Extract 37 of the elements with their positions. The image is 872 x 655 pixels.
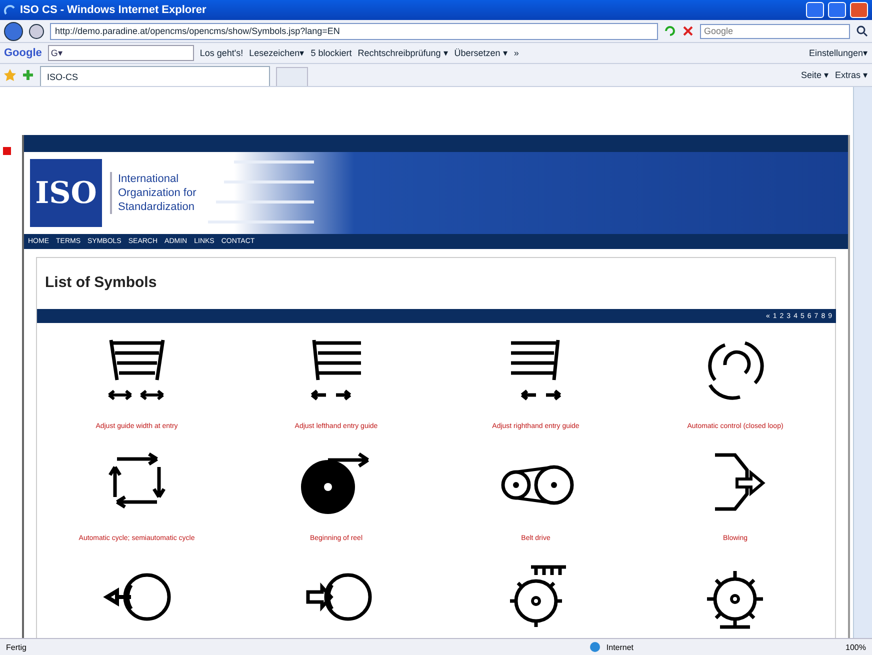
plus-icon[interactable] bbox=[22, 69, 34, 81]
zoom-level[interactable]: 100% bbox=[846, 642, 866, 652]
globe-icon bbox=[590, 642, 600, 652]
maximize-button[interactable] bbox=[828, 2, 846, 18]
ie-icon bbox=[4, 4, 16, 16]
back-button[interactable] bbox=[4, 22, 23, 40]
search-icon[interactable] bbox=[856, 25, 868, 37]
toolbar-button[interactable]: Los geht's! bbox=[200, 48, 244, 58]
forward-button[interactable] bbox=[29, 24, 44, 38]
marker bbox=[3, 147, 11, 155]
toolbar-button[interactable]: Übersetzen ▾ bbox=[454, 48, 508, 58]
organization-name: Organization for bbox=[118, 186, 196, 200]
scrollbar[interactable] bbox=[853, 87, 872, 638]
search-field[interactable]: Google bbox=[700, 24, 850, 38]
refresh-icon[interactable] bbox=[664, 25, 676, 37]
star-icon[interactable] bbox=[4, 69, 16, 81]
toolbar-search-field[interactable]: G▾ bbox=[48, 45, 194, 61]
toolbar-button[interactable]: 5 blockiert bbox=[310, 48, 352, 58]
google-logo: Google bbox=[4, 47, 42, 59]
minimize-button[interactable] bbox=[806, 2, 824, 18]
status-text: Fertig bbox=[6, 642, 26, 652]
browser-tab[interactable]: ISO-CS bbox=[40, 66, 270, 86]
window-title: ISO CS - Windows Internet Explorer bbox=[20, 4, 208, 16]
zone-label: Internet bbox=[606, 642, 634, 652]
command-button[interactable]: Extras ▾ bbox=[834, 70, 868, 80]
close-button[interactable] bbox=[850, 2, 868, 18]
command-button[interactable]: Seite ▾ bbox=[800, 70, 829, 80]
toolbar-button[interactable]: Rechtschreibprüfung ▾ bbox=[358, 48, 448, 58]
iso-logo: ISO bbox=[30, 159, 102, 227]
settings-button[interactable]: Einstellungen▾ bbox=[808, 48, 868, 58]
address-field[interactable]: http://demo.paradine.at/opencms/opencms/show/Symbols.jsp?lang=EN bbox=[50, 22, 658, 40]
organization-name: International bbox=[118, 172, 180, 186]
page-heading: List of Symbols bbox=[45, 274, 158, 291]
toolbar-button[interactable]: » bbox=[514, 48, 519, 58]
organization-name: Standardization bbox=[118, 200, 196, 214]
stop-icon[interactable] bbox=[682, 25, 694, 37]
toolbar-button[interactable]: Lesezeichen▾ bbox=[249, 48, 305, 58]
